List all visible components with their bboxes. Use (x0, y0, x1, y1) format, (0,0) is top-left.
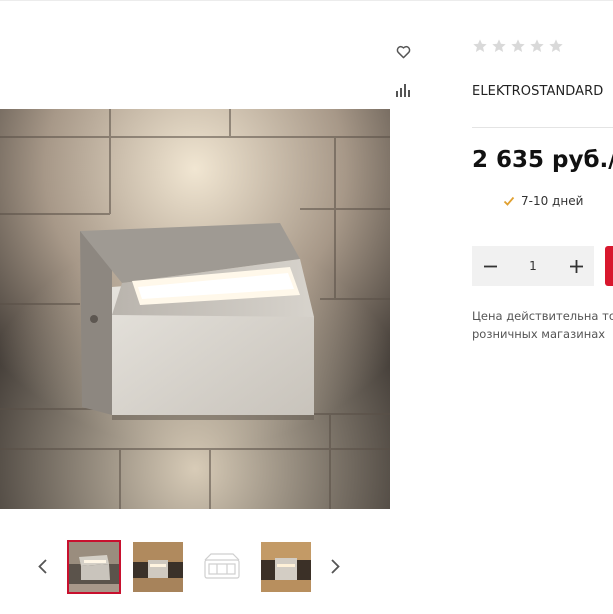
thumbnail-2[interactable] (133, 542, 183, 592)
star-empty-icon[interactable] (491, 38, 507, 54)
main-product-image[interactable] (0, 109, 390, 509)
wishlist-button[interactable] (391, 40, 415, 64)
delivery-text: 7-10 дней (521, 194, 584, 208)
quantity-stepper (472, 246, 594, 286)
price-note-line-1: Цена действительна тол (472, 309, 613, 323)
plus-icon (569, 259, 583, 273)
thumbnail-4[interactable] (261, 542, 311, 592)
thumbnail-3[interactable] (197, 542, 247, 592)
top-divider (0, 0, 613, 1)
product-price: 2 635 руб./ш (472, 147, 613, 173)
brand-name[interactable]: ELEKTROSTANDARD (472, 84, 603, 99)
chevron-right-icon (330, 558, 340, 574)
add-to-cart-button[interactable] (605, 246, 613, 286)
thumbnail-image (197, 542, 247, 592)
delivery-time: 7-10 дней (503, 194, 583, 208)
bar-chart-icon (395, 83, 410, 97)
compare-button[interactable] (391, 78, 415, 102)
price-note: Цена действительна тол розничных магазин… (472, 307, 613, 343)
thumbnail-image (133, 542, 183, 592)
wall-lamp-photo (0, 109, 390, 509)
star-empty-icon[interactable] (472, 38, 488, 54)
rating-stars[interactable] (472, 38, 564, 54)
thumbnail-1[interactable] (67, 540, 121, 594)
chevron-left-icon (37, 558, 47, 574)
decrement-button[interactable] (472, 246, 508, 286)
increment-button[interactable] (558, 246, 594, 286)
heart-icon (396, 45, 410, 59)
product-page: ELEKTROSTANDARD 2 635 руб./ш 7-10 дней Ц… (0, 0, 613, 614)
minus-icon (483, 265, 497, 267)
star-empty-icon[interactable] (510, 38, 526, 54)
gallery-prev-button[interactable] (33, 553, 51, 579)
thumbnail-image (261, 542, 311, 592)
star-empty-icon[interactable] (548, 38, 564, 54)
star-empty-icon[interactable] (529, 38, 545, 54)
thumbnail-image (69, 542, 119, 592)
price-note-line-2: розничных магазинах (472, 327, 606, 341)
check-icon (503, 196, 515, 206)
info-divider (472, 127, 613, 128)
gallery-next-button[interactable] (326, 553, 344, 579)
quantity-input[interactable] (513, 246, 553, 286)
